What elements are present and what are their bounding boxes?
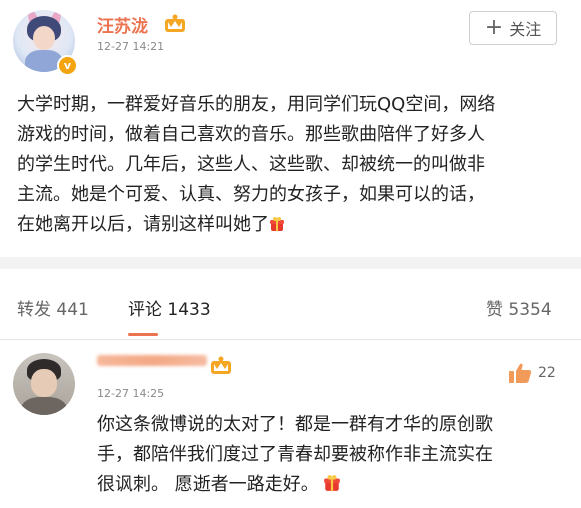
section-separator [0,257,581,269]
post-line-last: 在她离开以后，请别这样叫她了 [17,210,565,240]
gift-emoji-icon [270,217,284,231]
comment-like-button[interactable]: 22 [508,362,556,384]
follow-button[interactable]: + 关注 [469,11,557,45]
tab-likes[interactable]: 赞 5354 [486,295,552,320]
commenter-avatar[interactable] [13,353,75,415]
comment-timestamp: 12-27 14:25 [97,387,165,400]
gift-emoji-icon [323,475,340,491]
stats-bar: 转发 441 评论 1433 赞 5354 [0,269,581,339]
comment-line-last: 很讽刺。 愿逝者一路走好。 [97,470,557,500]
repost-label: 转发 [17,300,51,320]
post-line: 主流。她是个可爱、认真、努力的女孩子，如果可以的话， [17,184,485,205]
follow-label: 关注 [509,20,542,39]
commenter-name-redacted [97,355,207,366]
post-timestamp: 12-27 14:21 [97,40,165,53]
post-line: 游戏的时间，做着自己喜欢的音乐。那些歌曲陪伴了好多人 [17,124,485,145]
comment-body: 你这条微博说的太对了！都是一群有才华的原创歌 手，都陪伴我们度过了青春却要被称作… [97,410,557,500]
like-total-count: 5354 [508,300,552,320]
plus-icon: + [484,15,504,40]
comment-count: 1433 [167,300,211,320]
post-body: 大学时期，一群爱好音乐的朋友，用同学们玩QQ空间，网络 游戏的时间，做着自己喜欢… [17,90,565,240]
stats-divider [0,339,581,340]
active-tab-indicator [128,333,158,336]
repost-count: 441 [56,300,89,320]
post-author-name[interactable]: 汪苏泷 [97,12,148,37]
comment-line-text: 很讽刺。 愿逝者一路走好。 [97,474,319,495]
like-label: 赞 [486,300,503,320]
post-line-text: 在她离开以后，请别这样叫她了 [17,214,269,235]
thumbs-up-icon [509,363,532,383]
comment-like-count: 22 [538,365,556,381]
comment-line: 手，都陪伴我们度过了青春却要被称作非主流实在 [97,444,493,465]
verified-badge-icon: v [57,55,78,76]
tab-comments[interactable]: 评论 1433 [128,295,211,320]
post-line: 大学时期，一群爱好音乐的朋友，用同学们玩QQ空间，网络 [17,94,496,115]
crown-icon [165,14,185,32]
weibo-post-page: v 汪苏泷 12-27 14:21 + 关注 大学时期，一群爱好音乐的朋友，用同… [0,0,581,508]
post-line: 的学生时代。几年后，这些人、这些歌、却被统一的叫做非 [17,154,485,175]
comment-line: 你这条微博说的太对了！都是一群有才华的原创歌 [97,414,493,435]
comment-label: 评论 [128,300,162,320]
crown-icon [211,356,231,374]
tab-repost[interactable]: 转发 441 [17,295,89,320]
